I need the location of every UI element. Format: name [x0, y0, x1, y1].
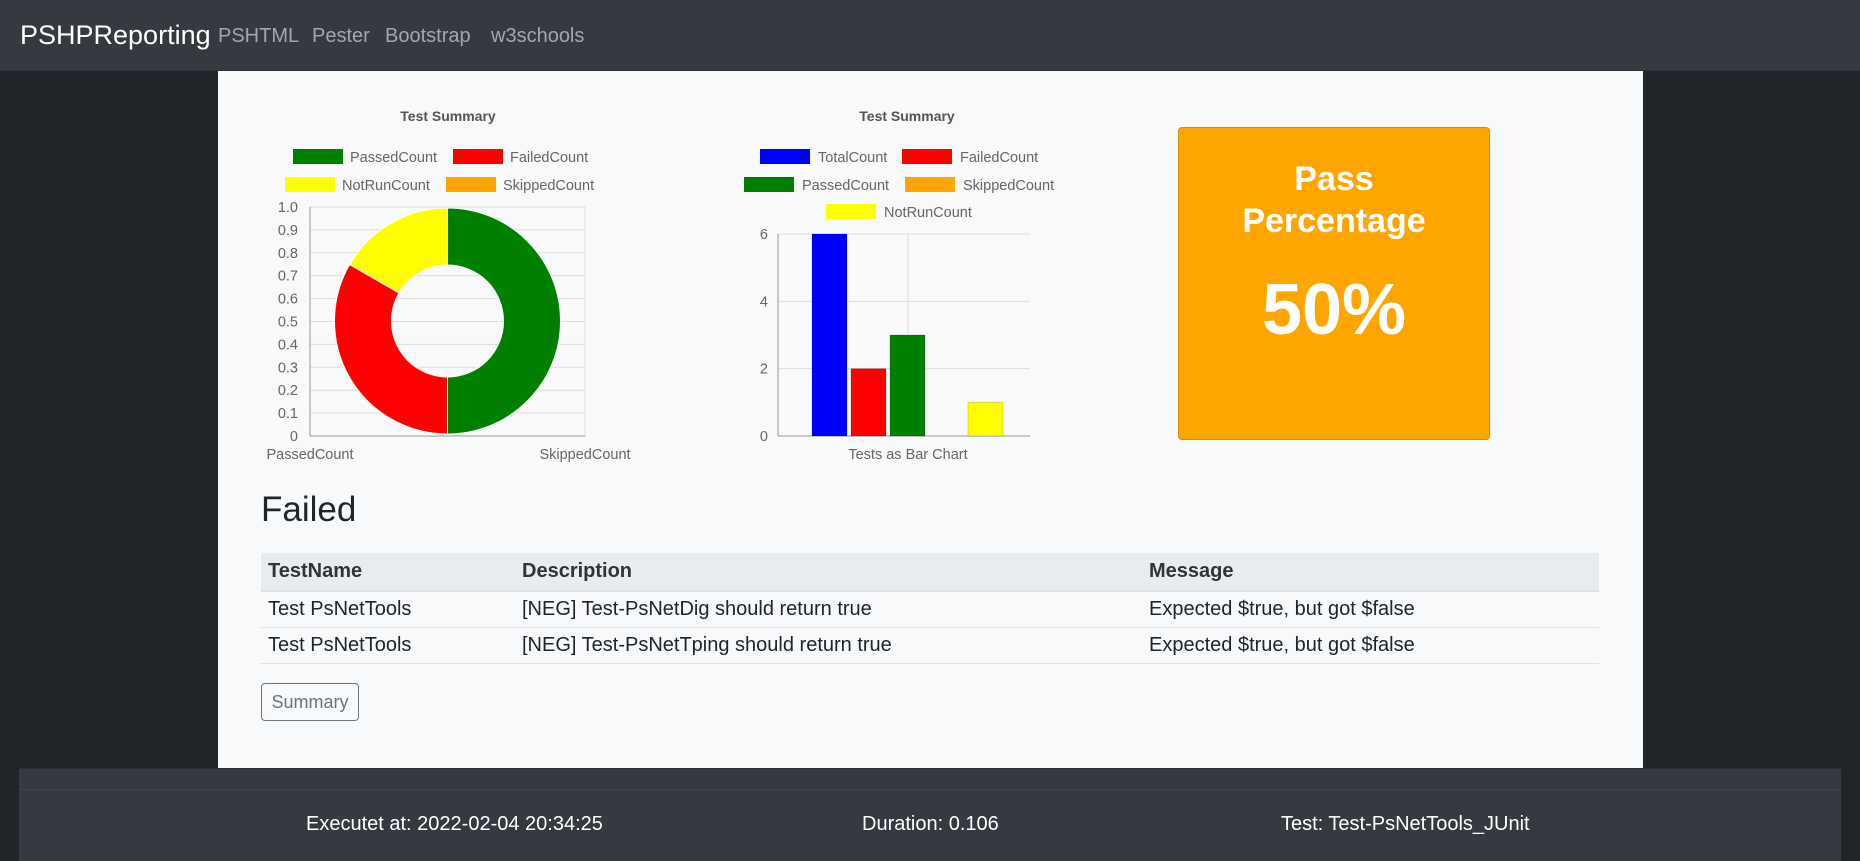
footer-divider [19, 789, 1841, 790]
footer-test-name: Test: Test-PsNetTools_JUnit [1281, 813, 1530, 835]
footer-executed-at: Executet at: 2022-02-04 20:34:25 [306, 813, 603, 835]
nav-link-bootstrap[interactable]: Bootstrap [385, 25, 471, 48]
legend-swatch-notruncount [826, 204, 876, 219]
legend-swatch-totalcount [760, 149, 810, 164]
summary-button[interactable]: Summary [261, 683, 359, 721]
table-row: Test PsNetTools [NEG] Test-PsNetTping sh… [261, 627, 1599, 664]
pass-percentage-title: Pass Percentage [1242, 160, 1426, 240]
y-tick-label: 6 [760, 227, 768, 243]
bar-passedcount [889, 334, 926, 437]
cell-description: [NEG] Test-PsNetTping should return true [515, 627, 1142, 664]
y-tick-label: 0 [760, 429, 768, 445]
table-row: Test PsNetTools [NEG] Test-PsNetDig shou… [261, 591, 1599, 628]
y-tick-label: 2 [760, 362, 768, 378]
table-header-row: TestName Description Message [261, 553, 1599, 592]
column-header-description: Description [515, 553, 1142, 592]
failed-heading: Failed [261, 490, 357, 529]
nav-link-pshtml[interactable]: PSHTML [218, 25, 299, 48]
cell-message: Expected $true, but got $false [1142, 627, 1599, 664]
legend-label-skippedcount: SkippedCount [963, 178, 1054, 194]
cell-testname: Test PsNetTools [261, 627, 515, 664]
footer-duration: Duration: 0.106 [862, 813, 999, 835]
chart-title: Test Summary [859, 108, 955, 124]
bar-chart: Test Summary TotalCount FailedCount PassedC… [744, 108, 1054, 463]
legend-label-passedcount: PassedCount [802, 178, 889, 194]
cell-message: Expected $true, but got $false [1142, 591, 1599, 628]
column-header-testname: TestName [261, 553, 515, 592]
column-header-message: Message [1142, 553, 1599, 592]
bar-totalcount [811, 233, 848, 437]
legend-swatch-skippedcount [905, 177, 955, 192]
bar-failedcount [850, 368, 887, 437]
main-content: Test Summary PassedCount FailedCount NotRun… [218, 71, 1643, 768]
brand-link[interactable]: PSHPReporting [20, 20, 211, 51]
cell-description: [NEG] Test-PsNetDig should return true [515, 591, 1142, 628]
nav-link-pester[interactable]: Pester [312, 25, 370, 48]
legend-swatch-passedcount [744, 177, 794, 192]
bar-notruncount [967, 401, 1004, 437]
pass-percentage-card: Pass Percentage 50% [1178, 127, 1490, 440]
legend-label-totalcount: TotalCount [818, 150, 887, 166]
cell-testname: Test PsNetTools [261, 591, 515, 628]
navbar: PSHPReporting PSHTML Pester Bootstrap w3… [0, 0, 1860, 71]
legend-label-failedcount: FailedCount [960, 150, 1038, 166]
pass-percentage-value: 50% [1261, 270, 1407, 350]
nav-link-w3schools[interactable]: w3schools [491, 25, 584, 48]
x-axis-label: Tests as Bar Chart [848, 447, 967, 463]
footer: Executet at: 2022-02-04 20:34:25 Duratio… [19, 768, 1841, 861]
y-tick-label: 4 [760, 294, 768, 310]
legend-swatch-failedcount [902, 149, 952, 164]
failed-tests-table: TestName Description Message Test PsNetT… [261, 553, 1599, 664]
legend-label-notruncount: NotRunCount [884, 205, 972, 221]
